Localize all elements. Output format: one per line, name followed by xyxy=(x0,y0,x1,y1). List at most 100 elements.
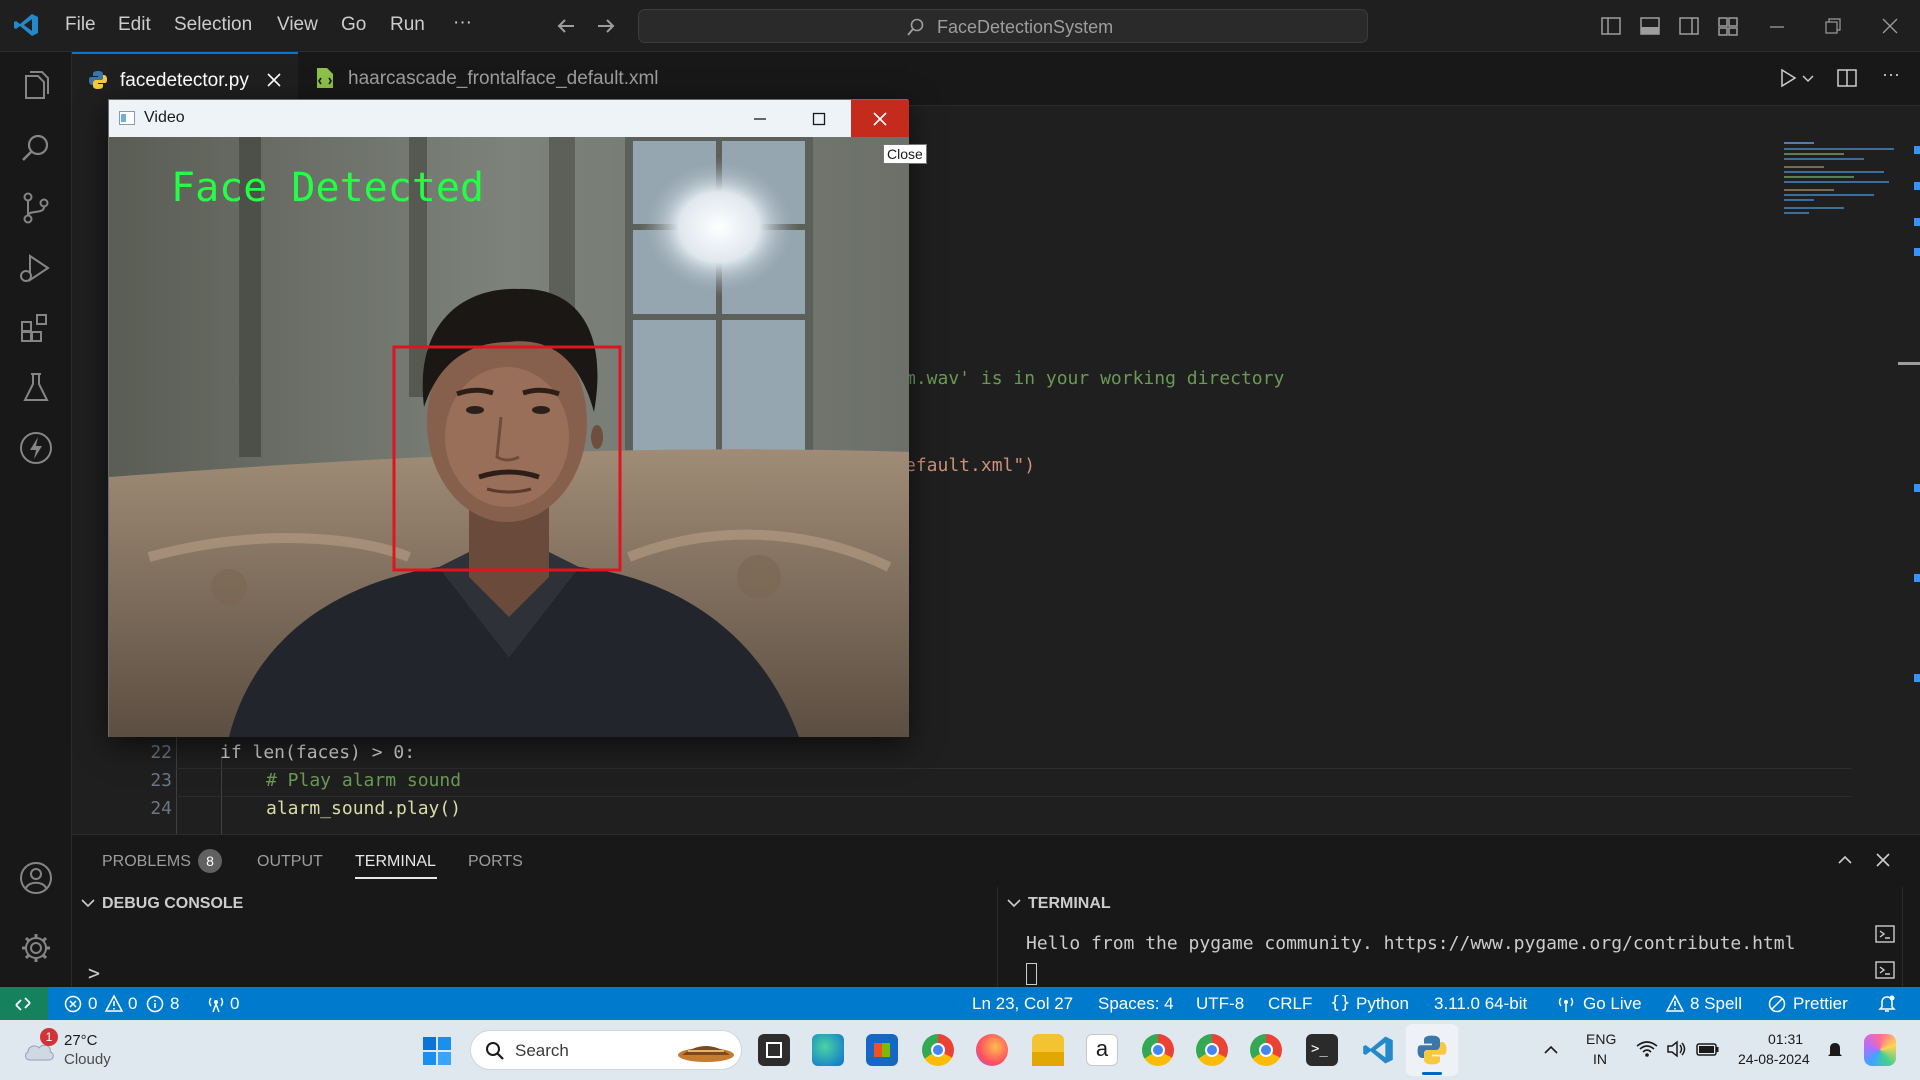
testing-icon[interactable] xyxy=(16,368,56,408)
split-editor-icon[interactable] xyxy=(1836,67,1858,89)
tab-label: haarcascade_frontalface_default.xml xyxy=(348,68,659,89)
python-interpreter[interactable]: 3.11.0 64-bit xyxy=(1434,994,1527,1014)
bottom-panel: PROBLEMS 8 OUTPUT TERMINAL PORTS DEBUG C… xyxy=(72,834,1920,992)
menu-more[interactable]: ··· xyxy=(453,12,472,34)
minimize-icon[interactable] xyxy=(1768,18,1786,36)
edge-browser-icon[interactable] xyxy=(812,1034,844,1066)
search-icon xyxy=(907,18,924,36)
windows-taskbar: 1 27°C Cloudy Search a >_ ENG IN 01:31 2… xyxy=(0,1020,1920,1080)
debug-console-label[interactable]: DEBUG CONSOLE xyxy=(102,895,243,913)
debug-console-prompt[interactable]: > xyxy=(88,961,100,985)
vscode-taskbar-icon[interactable] xyxy=(1362,1034,1394,1066)
run-debug-icon[interactable] xyxy=(16,248,56,288)
customize-layout-icon[interactable] xyxy=(1717,15,1739,37)
notification-bell-icon[interactable] xyxy=(1826,1040,1844,1060)
close-panel-icon[interactable] xyxy=(1874,851,1892,869)
tab-haarcascade-xml[interactable]: haarcascade_frontalface_default.xml xyxy=(300,52,762,106)
terminal-instance-icon[interactable] xyxy=(1874,923,1896,945)
close-tab-icon[interactable] xyxy=(266,72,282,88)
forward-arrow-icon[interactable] xyxy=(595,15,617,37)
chevron-down-icon[interactable] xyxy=(1802,72,1814,84)
current-line-highlight xyxy=(176,796,1852,797)
run-python-file-icon[interactable] xyxy=(1778,68,1798,88)
language-region: IN xyxy=(1593,1051,1607,1067)
copilot-icon[interactable] xyxy=(1864,1034,1896,1066)
prettier-status[interactable]: Prettier xyxy=(1793,994,1848,1014)
explorer-icon[interactable] xyxy=(16,68,56,108)
maximize-panel-icon[interactable] xyxy=(1836,851,1854,869)
spell-check-status[interactable]: 8 Spell xyxy=(1690,994,1742,1014)
toggle-primary-sidebar-icon[interactable] xyxy=(1600,15,1622,37)
chevron-down-icon[interactable] xyxy=(80,895,96,911)
cursor-position[interactable]: Ln 23, Col 27 xyxy=(972,994,1073,1014)
scroll-marker xyxy=(1914,218,1920,226)
encoding[interactable]: UTF-8 xyxy=(1196,994,1244,1014)
menu-run[interactable]: Run xyxy=(390,14,425,36)
end-of-line[interactable]: CRLF xyxy=(1268,994,1312,1014)
tab-terminal[interactable]: TERMINAL xyxy=(355,853,436,871)
weather-widget[interactable]: 1 27°C Cloudy xyxy=(14,1028,154,1072)
tab-output[interactable]: OUTPUT xyxy=(257,853,323,871)
clock-time[interactable]: 01:31 xyxy=(1768,1031,1803,1047)
task-view-icon[interactable] xyxy=(758,1034,790,1066)
warning-icon xyxy=(104,994,124,1012)
lightning-extension-icon[interactable] xyxy=(16,428,56,468)
microsoft-store-icon[interactable] xyxy=(866,1034,898,1066)
notifications-bell-icon[interactable] xyxy=(1878,994,1896,1013)
command-center-search[interactable]: FaceDetectionSystem xyxy=(638,9,1368,43)
file-explorer-icon[interactable] xyxy=(1032,1034,1064,1066)
video-window[interactable]: Video Face Detected xyxy=(108,99,909,737)
source-control-icon[interactable] xyxy=(16,188,56,228)
windows-start-icon[interactable] xyxy=(422,1036,452,1066)
volume-icon[interactable] xyxy=(1666,1040,1688,1058)
chrome-profile-icon[interactable] xyxy=(1196,1034,1228,1066)
tab-problems[interactable]: PROBLEMS xyxy=(102,853,191,871)
terminal-instance-icon[interactable] xyxy=(1874,959,1896,981)
python-taskbar-item[interactable] xyxy=(1406,1024,1458,1076)
chrome-profile-icon[interactable] xyxy=(1250,1034,1282,1066)
language-indicator[interactable]: ENG xyxy=(1586,1031,1616,1047)
close-window-icon[interactable] xyxy=(1881,17,1899,35)
tab-ports[interactable]: PORTS xyxy=(468,853,523,871)
search-sidebar-icon[interactable] xyxy=(16,128,56,168)
vscode-logo-icon[interactable] xyxy=(13,12,39,38)
show-hidden-icons-chevron[interactable] xyxy=(1543,1042,1559,1058)
video-maximize-icon[interactable] xyxy=(812,112,826,126)
accounts-icon[interactable] xyxy=(16,858,56,898)
line-number: 23 xyxy=(150,770,172,791)
menu-selection[interactable]: Selection xyxy=(174,14,252,36)
video-close-button[interactable] xyxy=(851,100,909,137)
language-mode[interactable]: Python xyxy=(1356,994,1409,1014)
settings-gear-icon[interactable] xyxy=(16,928,56,968)
terminal-section-label[interactable]: TERMINAL xyxy=(1028,895,1111,913)
more-actions-icon[interactable]: ··· xyxy=(1882,64,1900,85)
debug-console-section: DEBUG CONSOLE > xyxy=(72,887,998,992)
go-live-button[interactable]: Go Live xyxy=(1583,994,1642,1014)
video-minimize-icon[interactable] xyxy=(753,112,767,126)
video-window-titlebar[interactable]: Video xyxy=(109,100,909,137)
menu-file[interactable]: File xyxy=(65,14,96,36)
terminal-cursor xyxy=(1026,963,1037,985)
firefox-icon[interactable] xyxy=(976,1034,1008,1066)
chrome-profile-icon[interactable] xyxy=(1142,1034,1174,1066)
chrome-icon[interactable] xyxy=(922,1034,954,1066)
restore-icon[interactable] xyxy=(1824,17,1842,35)
taskbar-search-box[interactable]: Search xyxy=(470,1030,742,1070)
extensions-icon[interactable] xyxy=(16,308,56,348)
remote-indicator[interactable] xyxy=(0,987,48,1020)
battery-icon[interactable] xyxy=(1696,1040,1720,1058)
amazon-icon[interactable]: a xyxy=(1086,1034,1118,1066)
terminal-app-icon[interactable]: >_ xyxy=(1306,1034,1338,1066)
menu-go[interactable]: Go xyxy=(341,14,366,36)
terminal-section[interactable]: TERMINAL Hello from the pygame community… xyxy=(998,887,1920,988)
toggle-secondary-sidebar-icon[interactable] xyxy=(1678,15,1700,37)
back-arrow-icon[interactable] xyxy=(555,15,577,37)
chevron-down-icon[interactable] xyxy=(1006,895,1022,911)
minimap[interactable] xyxy=(1784,138,1896,232)
indentation[interactable]: Spaces: 4 xyxy=(1098,994,1174,1014)
tab-facedetector-py[interactable]: facedetector.py xyxy=(72,52,298,106)
menu-edit[interactable]: Edit xyxy=(118,14,151,36)
wifi-icon[interactable] xyxy=(1636,1040,1658,1058)
toggle-panel-icon[interactable] xyxy=(1639,15,1661,37)
menu-view[interactable]: View xyxy=(277,14,318,36)
